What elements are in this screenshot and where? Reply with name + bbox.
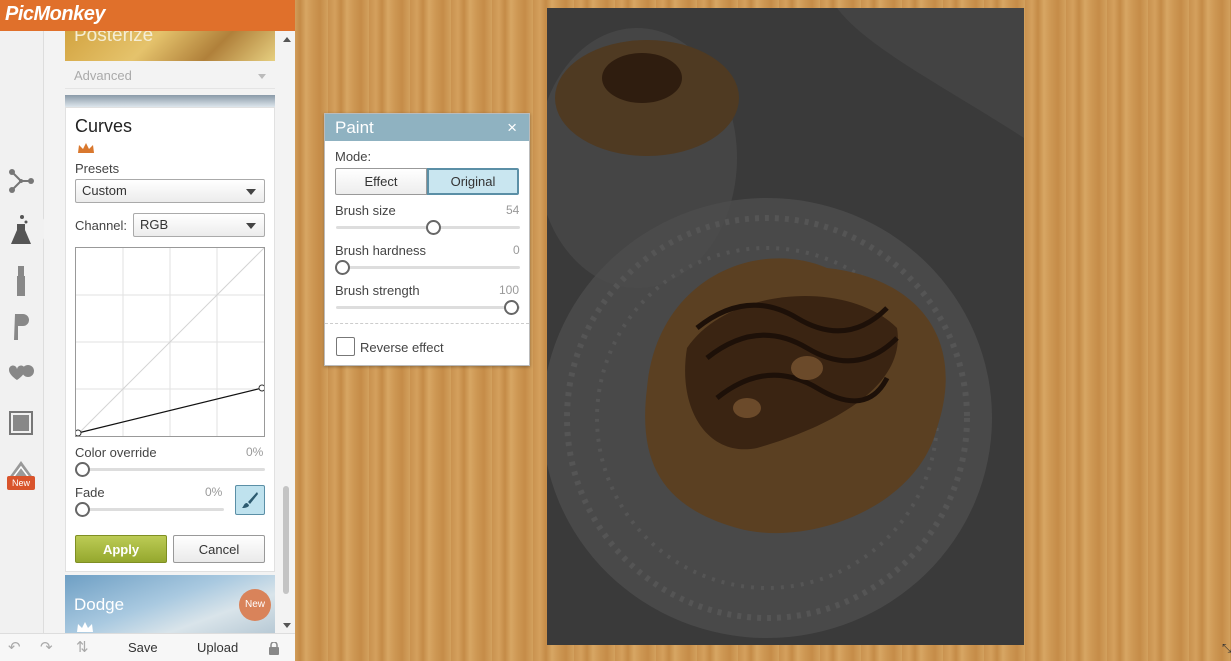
lock-icon[interactable] (268, 642, 280, 655)
paint-dialog: Paint × Mode: Effect Original Brush size… (324, 113, 530, 366)
brush-strength-slider[interactable] (336, 306, 520, 309)
mode-label: Mode: (335, 149, 372, 164)
posterize-label: Posterize (74, 31, 154, 46)
cancel-button[interactable]: Cancel (173, 535, 265, 563)
brush-strength-label: Brush strength (335, 283, 420, 298)
brush-hardness-label: Brush hardness (335, 243, 427, 258)
scroll-down-arrow[interactable] (283, 623, 291, 628)
panel-scrollbar[interactable] (278, 31, 295, 633)
fade-slider[interactable] (79, 508, 224, 511)
paintbrush-button[interactable] (235, 485, 265, 515)
mode-original-button[interactable]: Original (427, 168, 519, 195)
brush-size-label: Brush size (335, 203, 396, 218)
apply-button[interactable]: Apply (75, 535, 167, 563)
undo-icon[interactable]: ↶ (8, 640, 21, 655)
resize-handle-icon[interactable]: ⤡ (1222, 641, 1231, 661)
brush-hardness-slider[interactable] (336, 266, 520, 269)
effects-panel: Posterize Advanced Curves Presets Custom… (44, 31, 295, 633)
presets-label: Presets (75, 161, 120, 176)
brush-hardness-knob[interactable] (335, 260, 350, 275)
redo-icon[interactable]: ↷ (40, 640, 53, 655)
premium-crown-icon (78, 143, 94, 153)
paint-dialog-title: Paint (335, 118, 374, 137)
brush-strength-knob[interactable] (504, 300, 519, 315)
curves-title: Curves (75, 116, 133, 136)
chevron-down-icon (246, 189, 256, 195)
cookie-photo (547, 8, 1024, 645)
upload-button[interactable]: Upload (197, 640, 238, 655)
tool-rail: New (0, 31, 52, 633)
dodge-effect-thumb[interactable]: Dodge New (65, 575, 275, 633)
brush-size-knob[interactable] (426, 220, 441, 235)
scroll-up-arrow[interactable] (283, 37, 291, 42)
chevron-down-icon (246, 223, 256, 229)
advanced-dropdown[interactable]: Advanced (65, 65, 275, 89)
fade-label: Fade (75, 485, 105, 500)
posterize-effect-thumb[interactable]: Posterize (65, 31, 275, 61)
reverse-effect-label: Reverse effect (360, 340, 444, 355)
close-icon[interactable]: × (507, 114, 517, 141)
fade-knob[interactable] (75, 502, 90, 517)
effects-icon[interactable] (0, 211, 42, 251)
brush-size-value: 54 (506, 203, 520, 217)
color-override-knob[interactable] (75, 462, 90, 477)
brush-hardness-value: 0 (513, 243, 520, 257)
color-override-slider[interactable] (79, 468, 265, 471)
color-override-label: Color override (75, 445, 157, 460)
presets-value: Custom (82, 183, 127, 198)
mode-effect-button[interactable]: Effect (335, 168, 427, 195)
dodge-new-badge: New (239, 589, 271, 621)
new-badge: New (7, 476, 35, 490)
brush-strength-value: 100 (499, 283, 520, 297)
photo-canvas[interactable] (547, 8, 1024, 645)
curves-graph[interactable] (74, 247, 266, 437)
touch-up-icon[interactable] (0, 261, 42, 301)
curves-settings-card: Curves Presets Custom Channel: RGB Color… (65, 107, 275, 572)
curves-point-high (258, 384, 266, 392)
channel-value: RGB (140, 217, 169, 232)
premium-crown-icon (77, 622, 93, 632)
overlays-icon[interactable] (0, 356, 42, 396)
advanced-label: Advanced (74, 68, 132, 83)
channel-select[interactable]: RGB (133, 213, 265, 237)
dialog-divider (325, 323, 529, 324)
color-override-value: 0% (246, 445, 264, 459)
frames-icon[interactable] (0, 403, 42, 443)
curves-graph-canvas[interactable] (74, 247, 266, 437)
curves-point-low (74, 429, 82, 437)
paint-dialog-header: Paint × (325, 114, 529, 141)
app-header: PicMonkey (0, 0, 295, 31)
fade-value: 0% (205, 485, 223, 499)
chevron-down-icon (258, 74, 266, 79)
history-icon[interactable]: ⇅ (76, 640, 89, 655)
dodge-label: Dodge (74, 595, 125, 614)
picmonkey-logo[interactable]: PicMonkey (5, 3, 105, 26)
curves-effect-thumb[interactable] (65, 95, 275, 107)
presets-select[interactable]: Custom (75, 179, 265, 203)
paintbrush-icon (242, 492, 258, 508)
scroll-thumb[interactable] (283, 486, 289, 594)
save-button[interactable]: Save (128, 640, 158, 655)
reverse-effect-checkbox[interactable] (336, 337, 355, 356)
bottom-toolbar: ↶ ↷ ⇅ Save Upload (0, 633, 295, 661)
basic-edits-icon[interactable] (0, 161, 42, 201)
text-icon[interactable] (0, 307, 42, 347)
channel-label: Channel: (75, 218, 128, 233)
